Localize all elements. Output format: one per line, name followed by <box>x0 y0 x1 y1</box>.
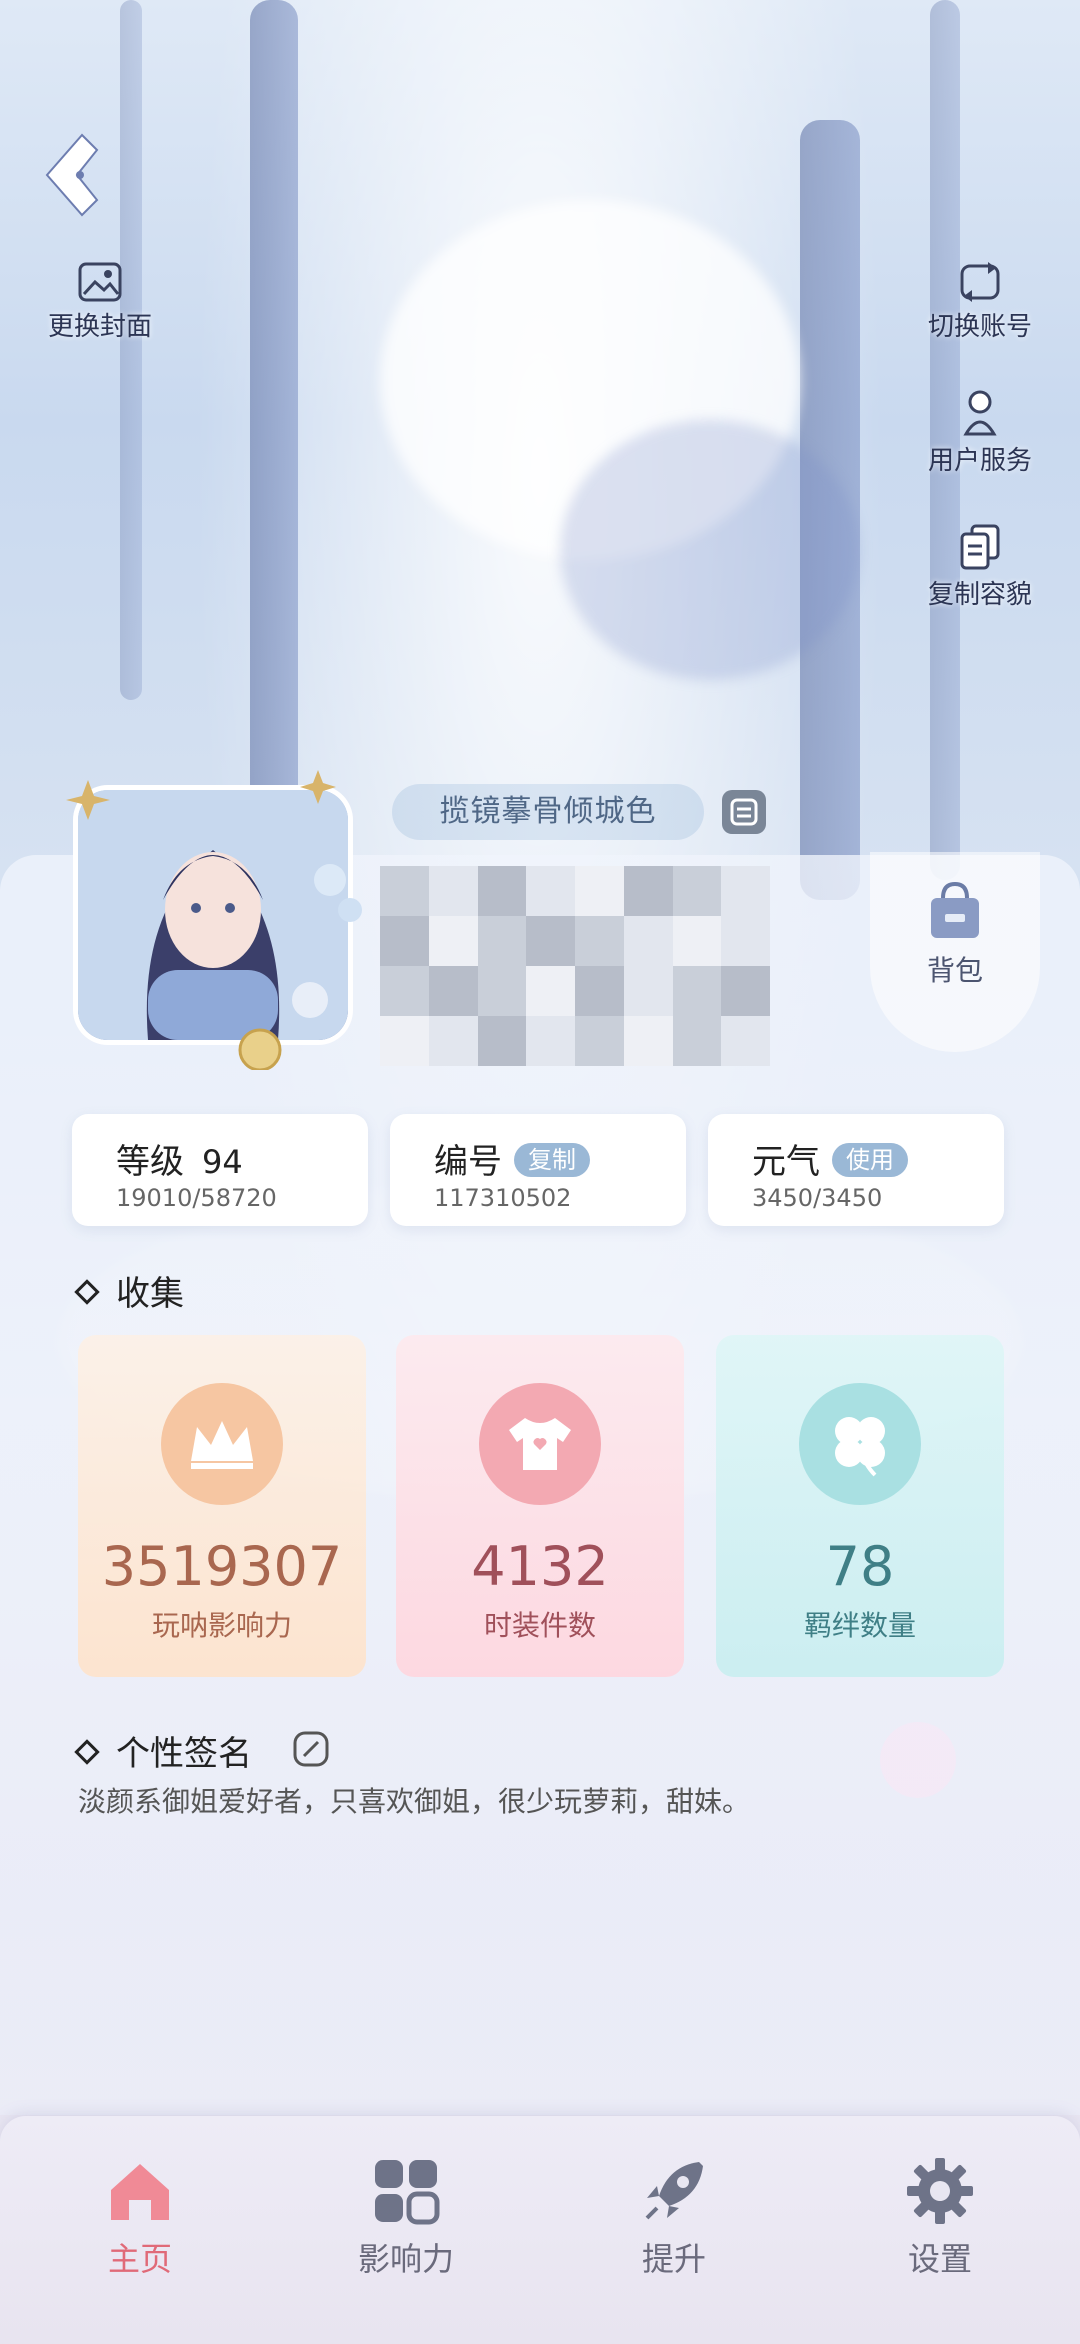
switch-account-label: 切换账号 <box>927 312 1032 342</box>
bond-card[interactable]: 78 羁绊数量 <box>716 1335 1004 1677</box>
copy-appearance-button[interactable]: 复制容貌 <box>920 524 1040 611</box>
avatar-frame[interactable] <box>60 770 380 1070</box>
frame-decoration-icon <box>66 770 362 1070</box>
user-service-button[interactable]: 用户服务 <box>920 390 1040 477</box>
level-card: 等级 94 19010/58720 <box>72 1114 368 1226</box>
bond-label: 羁绊数量 <box>803 1609 916 1642</box>
grid-icon <box>375 2160 440 2225</box>
crown-icon <box>161 1383 283 1505</box>
edit-icon <box>293 1731 329 1767</box>
service-icon <box>963 390 997 436</box>
level-label: 等级 <box>116 1142 184 1182</box>
diamond-icon <box>74 1278 100 1305</box>
bag-label: 背包 <box>926 954 983 987</box>
energy-value: 3450/3450 <box>752 1184 883 1212</box>
user-service-label: 用户服务 <box>927 446 1032 476</box>
copy-id-button[interactable]: 复制 <box>514 1142 590 1177</box>
use-energy-button[interactable]: 使用 <box>832 1142 908 1177</box>
level-value: 94 <box>202 1143 243 1181</box>
diamond-icon <box>74 1738 100 1765</box>
outfit-value: 4132 <box>471 1535 609 1598</box>
nav-settings[interactable]: 设置 <box>850 2156 1030 2280</box>
nav-upgrade[interactable]: 提升 <box>584 2156 764 2280</box>
nav-home-label: 主页 <box>107 2240 172 2278</box>
bond-value: 78 <box>825 1535 895 1598</box>
clover-icon <box>799 1383 921 1505</box>
influence-card[interactable]: 3519307 玩呐影响力 <box>78 1335 366 1677</box>
change-cover-button[interactable]: 更换封面 <box>40 262 160 343</box>
nickname-title: 揽镜摹骨倾城色 <box>392 784 704 840</box>
bag-icon <box>931 881 979 938</box>
rocket-icon <box>645 2162 703 2220</box>
nav-upgrade-label: 提升 <box>641 2240 706 2278</box>
nav-home[interactable]: 主页 <box>50 2156 230 2280</box>
home-icon <box>111 2164 169 2220</box>
nav-settings-label: 设置 <box>907 2240 972 2278</box>
title-list-button[interactable] <box>722 790 766 834</box>
id-label: 编号 <box>434 1142 502 1182</box>
switch-icon <box>960 262 1000 302</box>
outfit-label: 时装件数 <box>483 1609 596 1642</box>
collection-heading: 收集 <box>74 1266 184 1315</box>
level-exp: 19010/58720 <box>116 1184 277 1212</box>
id-card: 编号 复制 117310502 <box>390 1114 686 1226</box>
gear-icon <box>907 2158 973 2224</box>
copy-appearance-label: 复制容貌 <box>927 580 1032 610</box>
change-cover-label: 更换封面 <box>47 312 152 342</box>
energy-card: 元气 使用 3450/3450 <box>708 1114 1004 1226</box>
energy-label: 元气 <box>752 1142 820 1182</box>
copy-icon <box>960 524 1000 570</box>
signature-heading: 个性签名 <box>74 1726 252 1775</box>
id-value: 117310502 <box>434 1184 572 1212</box>
bottom-nav: 主页 影响力 提升 设置 <box>0 2116 1080 2344</box>
nav-influence[interactable]: 影响力 <box>316 2156 496 2280</box>
redacted-user-info <box>380 866 770 1066</box>
list-icon <box>730 798 758 826</box>
tshirt-icon <box>479 1383 601 1505</box>
nav-influence-label: 影响力 <box>357 2240 454 2278</box>
signature-text: 淡颜系御姐爱好者，只喜欢御姐，很少玩萝莉，甜妹。 <box>78 1785 751 1818</box>
collection-title: 收集 <box>116 1274 184 1314</box>
outfit-card[interactable]: 4132 时装件数 <box>396 1335 684 1677</box>
back-arrow-icon <box>45 133 99 217</box>
bag-button[interactable]: 背包 <box>870 852 1040 1052</box>
switch-account-button[interactable]: 切换账号 <box>920 262 1040 343</box>
signature-title: 个性签名 <box>116 1734 252 1774</box>
back-button[interactable] <box>42 130 112 220</box>
image-icon <box>78 262 122 302</box>
edit-signature-button[interactable] <box>292 1730 330 1772</box>
influence-value: 3519307 <box>101 1535 343 1598</box>
influence-label: 玩呐影响力 <box>151 1609 292 1642</box>
